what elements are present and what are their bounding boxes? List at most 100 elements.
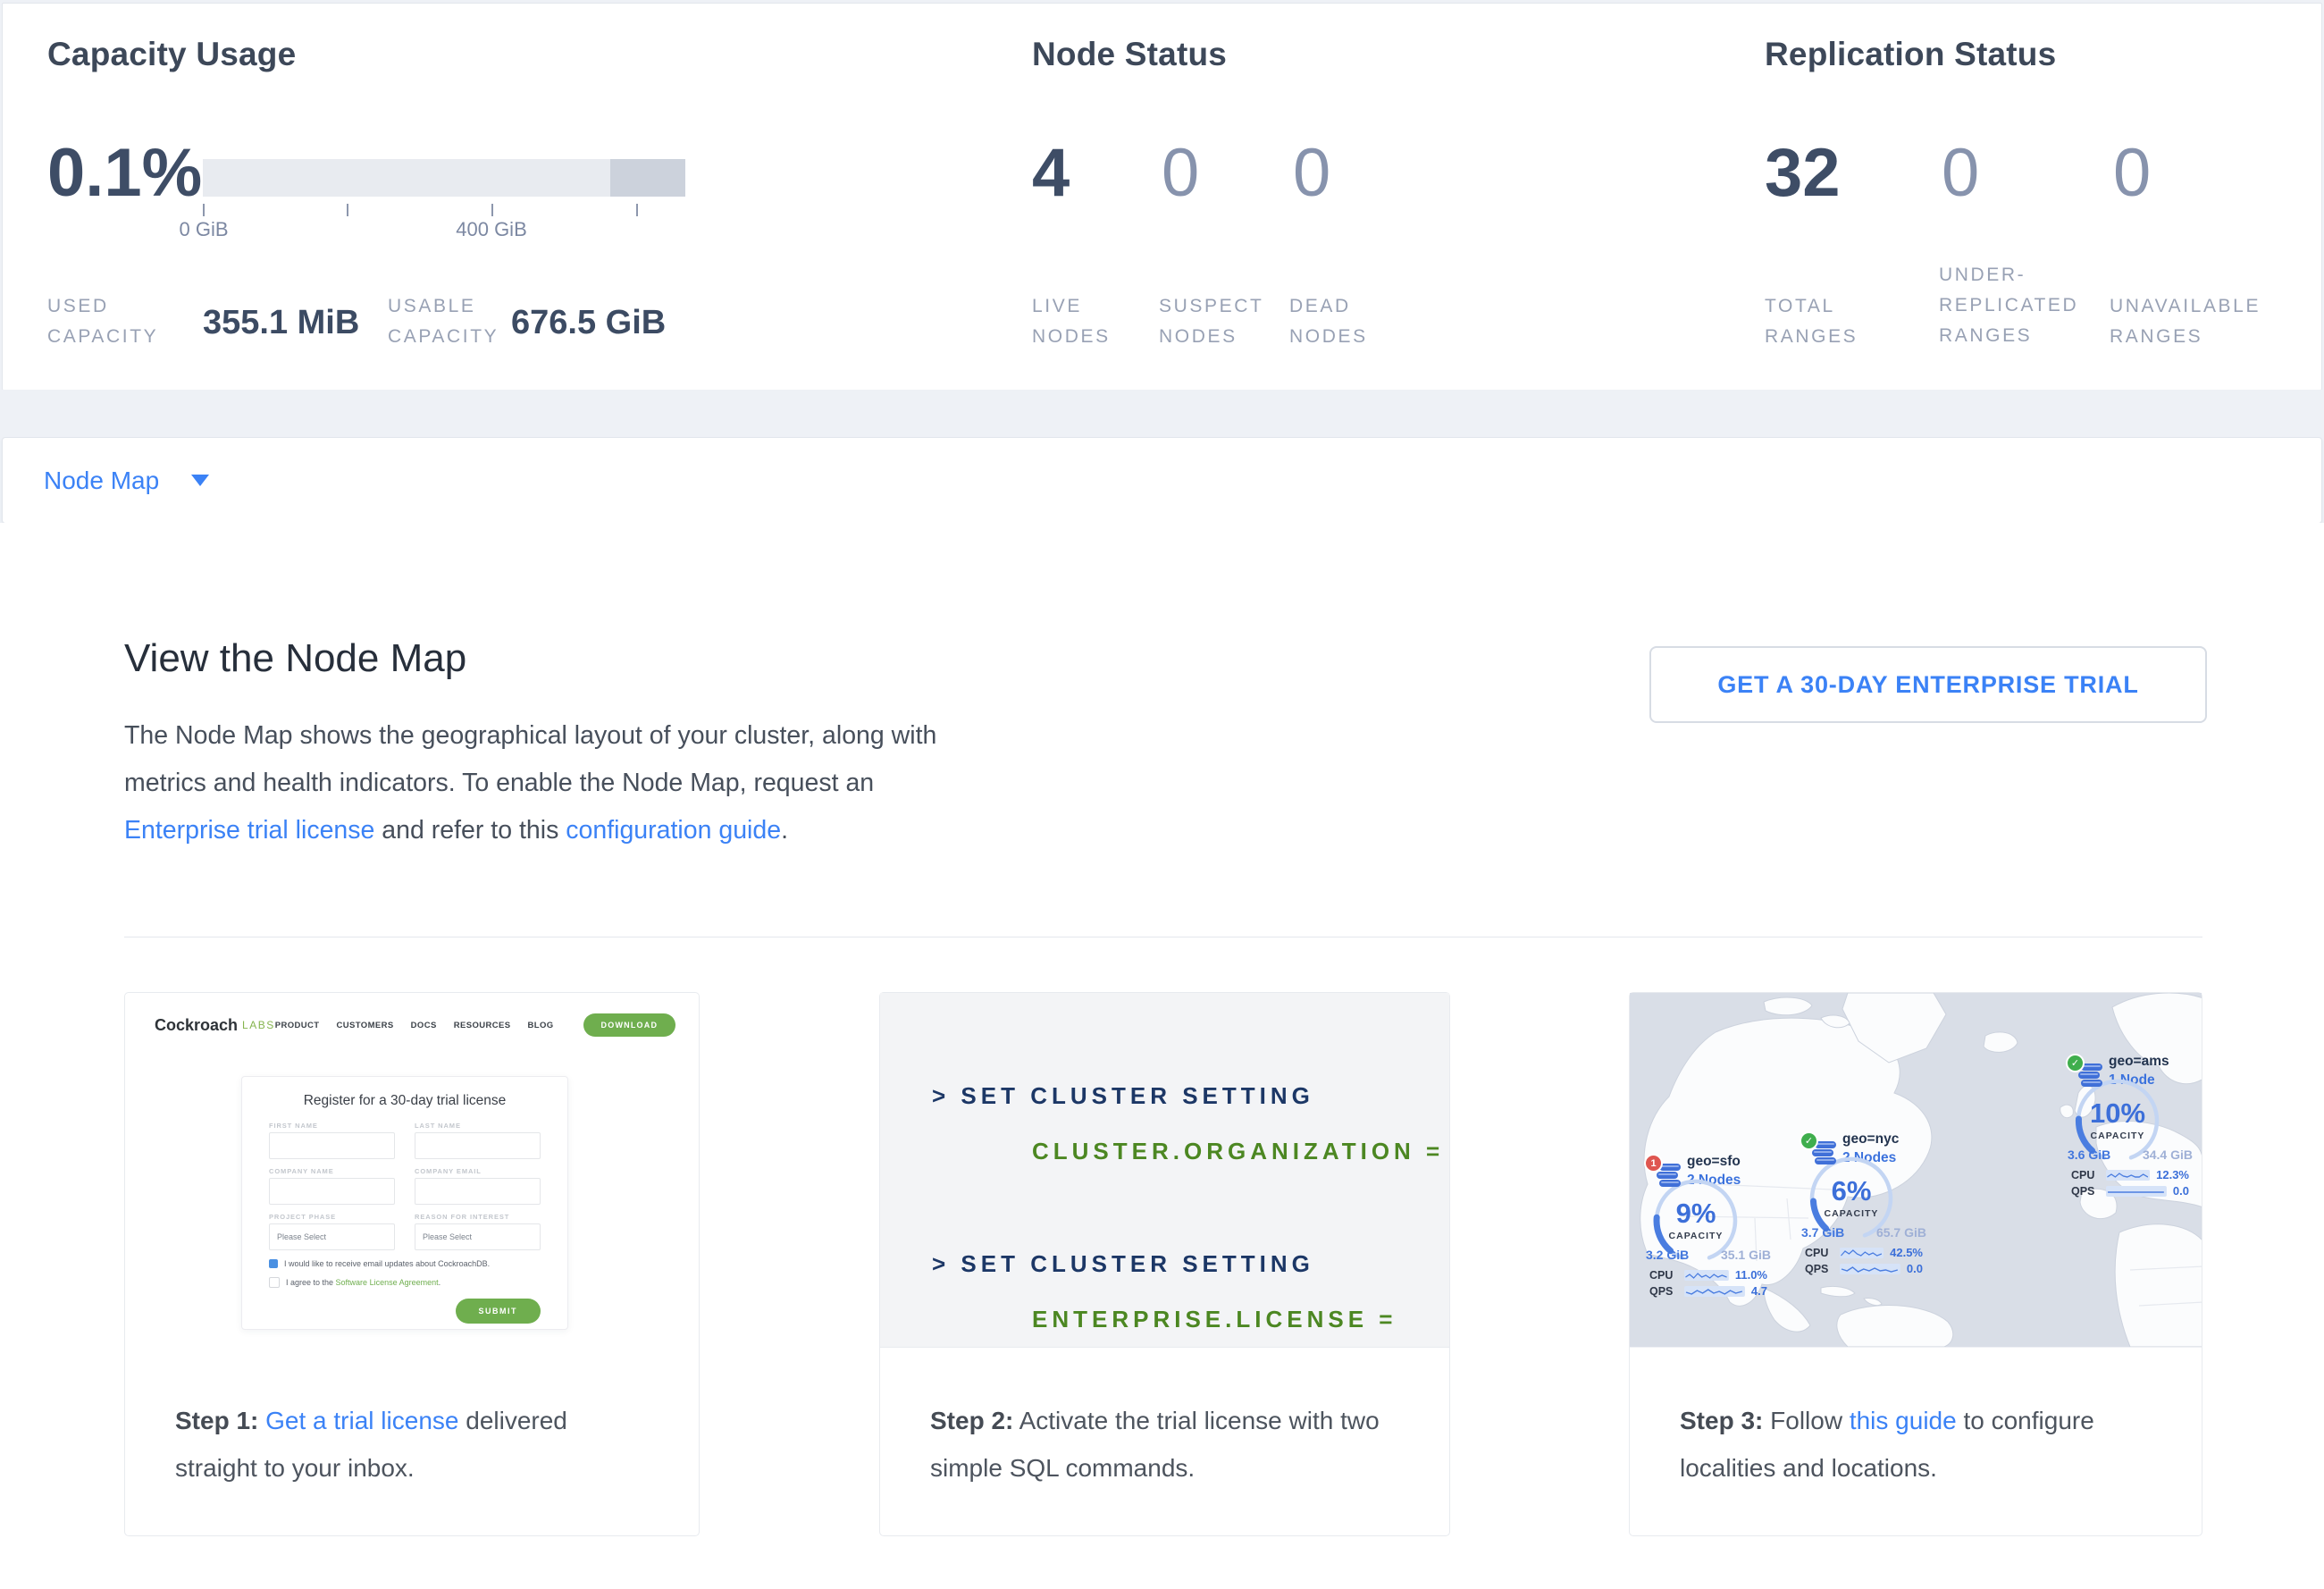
cpu-label: CPU [1649, 1269, 1678, 1282]
dead-nodes-label: DEAD NODES [1289, 291, 1397, 352]
qps-sparkline [2106, 1186, 2167, 1197]
get-enterprise-trial-button[interactable]: GET A 30-DAY ENTERPRISE TRIAL [1649, 646, 2207, 723]
usable-capacity-label: USABLE CAPACITY [388, 291, 522, 352]
sql-commands-panel: > SET CLUSTER SETTING CLUSTER.ORGANIZATI… [880, 993, 1449, 1348]
cpu-value: 11.0% [1735, 1268, 1767, 1282]
reason-for-interest-select: Please Select [415, 1223, 541, 1250]
company-name-label: COMPANY NAME [269, 1167, 395, 1175]
axis-tick [347, 204, 348, 216]
qps-sparkline [1840, 1264, 1900, 1274]
under-replicated-ranges-count: 0 [1942, 139, 1979, 207]
view-selector-dropdown[interactable]: Node Map [2, 437, 2322, 524]
capacity-total-value: 65.7 GiB [1876, 1225, 1926, 1240]
submit-button: SUBMIT [456, 1299, 541, 1324]
capacity-usage-percent: 0.1% [47, 139, 202, 207]
cluster-summary-panel: Capacity Usage 0.1% 0 GiB 400 GiB USED C… [2, 3, 2322, 391]
axis-tick [491, 204, 493, 216]
qps-value: 0.0 [1907, 1262, 1923, 1275]
unavailable-ranges-label: UNAVAILABLE RANGES [2110, 291, 2299, 352]
step2-prefix: Step 2: [930, 1407, 1013, 1434]
qps-value: 4.7 [1751, 1284, 1767, 1298]
cpu-label: CPU [2071, 1169, 2100, 1181]
reason-for-interest-label: REASON FOR INTEREST [415, 1213, 541, 1221]
suspect-nodes-label: SUSPECT NODES [1159, 291, 1284, 352]
project-phase-label: PROJECT PHASE [269, 1213, 395, 1221]
axis-tick [203, 204, 205, 216]
software-license-agreement-link: Software License Agreement [336, 1278, 439, 1287]
node-status-title: Node Status [1032, 36, 1227, 73]
capacity-usage-bar-used-segment [610, 159, 685, 197]
view-selector-label: Node Map [44, 467, 159, 495]
qps-value: 0.0 [2173, 1184, 2189, 1198]
cpu-sparkline [2106, 1170, 2150, 1181]
capacity-usage-bar [203, 159, 685, 197]
error-badge: 1 [1644, 1154, 1663, 1173]
step3-prefix: Step 3: [1680, 1407, 1763, 1434]
step1-text [258, 1407, 265, 1434]
capacity-used-value: 3.7 GiB [1801, 1225, 1844, 1240]
step2-card: > SET CLUSTER SETTING CLUSTER.ORGANIZATI… [879, 992, 1450, 1536]
locality-label: geo=ams [2109, 1054, 2169, 1070]
license-agreement-period: . [439, 1278, 441, 1287]
email-updates-label: I would like to receive email updates ab… [284, 1259, 490, 1268]
get-trial-license-link[interactable]: Get a trial license [265, 1407, 458, 1434]
step3-caption: Step 3: Follow this guide to configure l… [1630, 1347, 2202, 1535]
intro-paragraph: The Node Map shows the geographical layo… [124, 712, 986, 854]
qps-label: QPS [1649, 1285, 1678, 1298]
cpu-sparkline [1684, 1270, 1729, 1281]
page-title: View the Node Map [124, 636, 466, 681]
used-capacity-value: 355.1 MiB [203, 304, 359, 342]
live-nodes-count: 4 [1032, 139, 1070, 207]
step1-prefix: Step 1: [175, 1407, 258, 1434]
sql-arg-1: CLUSTER.ORGANIZATION = [1032, 1138, 1444, 1165]
email-updates-checkbox [269, 1259, 278, 1268]
total-ranges-count: 32 [1765, 139, 1841, 207]
capacity-percent: 6% [1832, 1175, 1872, 1206]
replication-status-title: Replication Status [1765, 36, 2056, 73]
configuration-guide-link[interactable]: configuration guide [566, 816, 781, 845]
capacity-label: CAPACITY [1825, 1208, 1879, 1219]
step2-caption: Step 2: Activate the trial license with … [880, 1347, 1449, 1535]
company-email-label: COMPANY EMAIL [415, 1167, 541, 1175]
locality-label: geo=nyc [1842, 1131, 1899, 1148]
ok-badge: ✓ [2066, 1054, 2085, 1072]
live-nodes-label: LIVE NODES [1032, 291, 1139, 352]
company-name-field [269, 1178, 395, 1205]
license-agreement-checkbox [269, 1277, 280, 1288]
mini-site-nav-customers: CUSTOMERS [337, 1021, 394, 1030]
this-guide-link[interactable]: this guide [1850, 1407, 1957, 1434]
chevron-down-icon [191, 475, 209, 486]
cpu-value: 42.5% [1890, 1246, 1923, 1259]
sql-prompt-1: > SET CLUSTER SETTING [932, 1082, 1314, 1110]
first-name-field [269, 1132, 395, 1159]
mini-site-nav-product: PRODUCT [275, 1021, 320, 1030]
ok-badge: ✓ [1800, 1131, 1818, 1150]
license-agreement-label: I agree to the Software License Agreemen… [286, 1278, 440, 1287]
mini-site-nav-resources: RESOURCES [454, 1021, 511, 1030]
registration-screenshot: Cockroach LABS PRODUCT CUSTOMERS DOCS RE… [125, 993, 699, 1347]
intro-text-1: The Node Map shows the geographical layo… [124, 721, 936, 797]
axis-tick-label-400: 400 GiB [429, 218, 554, 241]
step3-text: Follow [1763, 1407, 1849, 1434]
axis-tick [636, 204, 638, 216]
last-name-label: LAST NAME [415, 1122, 541, 1130]
node-map-preview: 1 geo=sfo 2 Nodes 9% CAPACITY 3.2 GiB35.… [1630, 993, 2202, 1348]
capacity-used-value: 3.6 GiB [2068, 1148, 2110, 1162]
qps-sparkline [1684, 1286, 1745, 1297]
total-ranges-label: TOTAL RANGES [1765, 291, 1890, 352]
under-replicated-ranges-label: UNDER-REPLICATED RANGES [1939, 260, 2128, 351]
capacity-label: CAPACITY [2091, 1131, 2145, 1141]
qps-label: QPS [2071, 1185, 2100, 1198]
project-phase-select: Please Select [269, 1223, 395, 1250]
capacity-used-value: 3.2 GiB [1646, 1248, 1689, 1262]
enterprise-trial-license-link[interactable]: Enterprise trial license [124, 816, 374, 845]
capacity-total-value: 35.1 GiB [1721, 1248, 1771, 1262]
suspect-nodes-count: 0 [1162, 139, 1199, 207]
capacity-usage-title: Capacity Usage [47, 36, 296, 73]
capacity-label: CAPACITY [1669, 1231, 1724, 1241]
trial-license-form: Register for a 30-day trial license FIRS… [241, 1076, 568, 1330]
unavailable-ranges-count: 0 [2113, 139, 2151, 207]
mini-site-header: Cockroach LABS PRODUCT CUSTOMERS DOCS RE… [148, 1009, 675, 1041]
sql-prompt-2: > SET CLUSTER SETTING [932, 1250, 1314, 1278]
mini-site-nav: PRODUCT CUSTOMERS DOCS RESOURCES BLOG DO… [275, 1013, 675, 1037]
